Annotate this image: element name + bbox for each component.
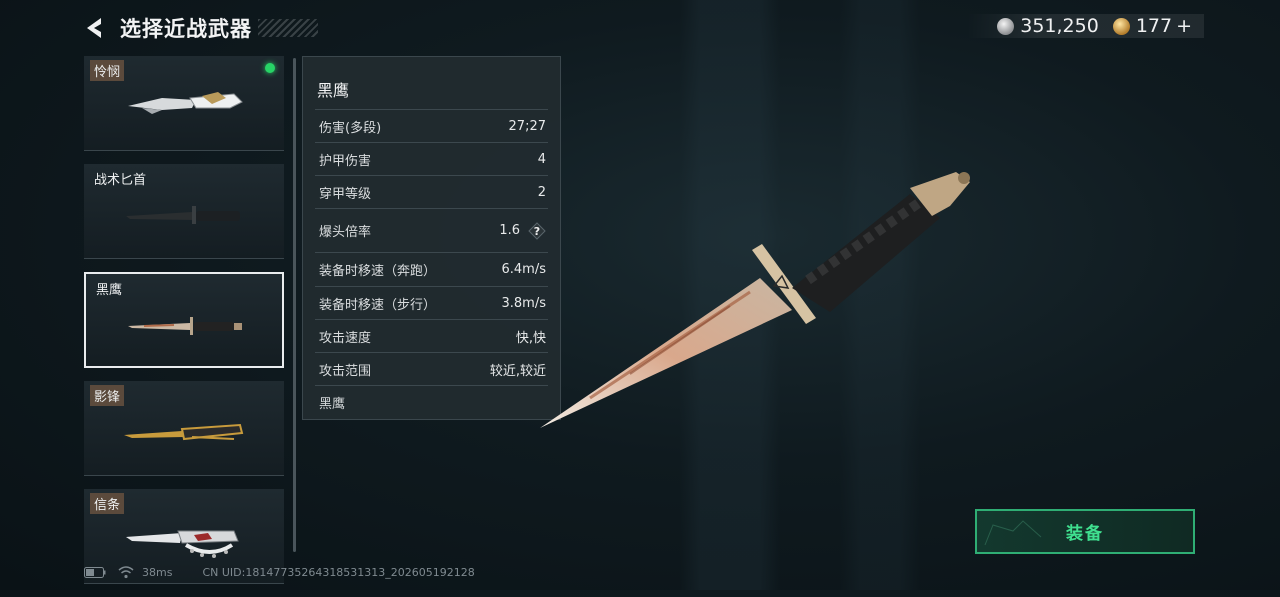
stat-row-headshot: 爆头倍率 1.6 ? [315, 208, 548, 252]
stats-table: 伤害(多段) 27;27 护甲伤害 4 穿甲等级 2 爆头倍率 1.6 ? 装备… [315, 109, 548, 386]
weapon-card-mercy[interactable]: 怜悯 [84, 56, 284, 151]
weapon-card-black-hawk[interactable]: 黑鹰 [84, 272, 284, 368]
silver-coin-icon [997, 17, 1015, 35]
stat-label: 攻击范围 [319, 363, 372, 379]
equip-button[interactable]: 装备 [975, 509, 1195, 554]
gold-coin-icon [1112, 17, 1130, 35]
wifi-icon [118, 566, 134, 579]
page-title: 选择近战武器 [120, 17, 252, 41]
header: 选择近战武器 [84, 12, 318, 44]
stat-label: 爆头倍率 [319, 225, 372, 240]
equipped-indicator [265, 63, 275, 73]
currency-bar: 351,250 177 + [967, 14, 1204, 38]
stat-label: 穿甲等级 [319, 186, 372, 202]
stat-value: 27;27 [508, 118, 546, 134]
weapon-card-shadow-edge[interactable]: 影锋 [84, 381, 284, 476]
weapon-card-tactical-dagger[interactable]: 战术匕首 [84, 164, 284, 259]
silver-amount: 351,250 [1020, 15, 1099, 37]
status-bar: 38ms CN UID:1814773526431853131​3_202605… [84, 564, 475, 580]
shadow-edge-knife-icon [124, 423, 244, 441]
stat-label: 装备时移速（步行） [319, 297, 437, 313]
equip-button-decoration [984, 520, 1042, 546]
stat-label: 装备时移速（奔跑） [319, 264, 437, 279]
black-hawk-knife-render [540, 172, 970, 428]
folding-knife-icon [128, 92, 243, 114]
uid-text: CN UID:1814773526431853131​3_20260519212… [202, 565, 475, 579]
weapon-name: 黑鹰 [317, 81, 350, 100]
tactical-dagger-icon [126, 206, 240, 224]
weapon-description: 黑鹰 [319, 397, 346, 412]
stat-row-armor-damage: 护甲伤害 4 [315, 142, 548, 175]
weapon-stats-panel: 黑鹰 伤害(多段) 27;27 护甲伤害 4 穿甲等级 2 爆头倍率 1.6 ?… [302, 56, 561, 420]
equip-button-label: 装备 [1066, 524, 1104, 544]
stat-value: 1.6 [499, 223, 520, 238]
add-gold-button[interactable]: + [1176, 15, 1192, 37]
weapon-card-name: 黑鹰 [96, 283, 123, 298]
gold-amount: 177 [1135, 15, 1173, 37]
ping-value: 38ms [142, 565, 173, 579]
stat-row-penetration: 穿甲等级 2 [315, 175, 548, 208]
black-hawk-knife-icon [128, 317, 242, 335]
weapon-card-name: 怜悯 [90, 60, 125, 81]
weapon-card-name: 战术匕首 [94, 173, 147, 188]
stat-row-attack-speed: 攻击速度 快,快 [315, 319, 548, 352]
back-arrow-icon[interactable] [84, 16, 108, 40]
stat-label: 护甲伤害 [319, 153, 372, 169]
weapon-list-scrollbar[interactable] [293, 58, 296, 552]
knuckle-knife-icon [126, 530, 239, 558]
stat-label: 攻击速度 [319, 330, 372, 346]
battery-icon [84, 566, 106, 578]
stat-row-run-speed: 装备时移速（奔跑） 6.4m/s [315, 252, 548, 286]
weapon-list: 怜悯 战术匕首 黑鹰 影锋 信条 [84, 56, 286, 597]
title-decoration [258, 19, 318, 37]
stat-row-walk-speed: 装备时移速（步行） 3.8m/s [315, 286, 548, 319]
weapon-card-name: 信条 [90, 493, 125, 514]
weapon-card-name: 影锋 [90, 385, 125, 406]
stat-row-attack-range: 攻击范围 较近,较近 [315, 352, 548, 386]
stat-label: 伤害(多段) [319, 120, 382, 136]
stat-row-damage: 伤害(多段) 27;27 [315, 109, 548, 142]
